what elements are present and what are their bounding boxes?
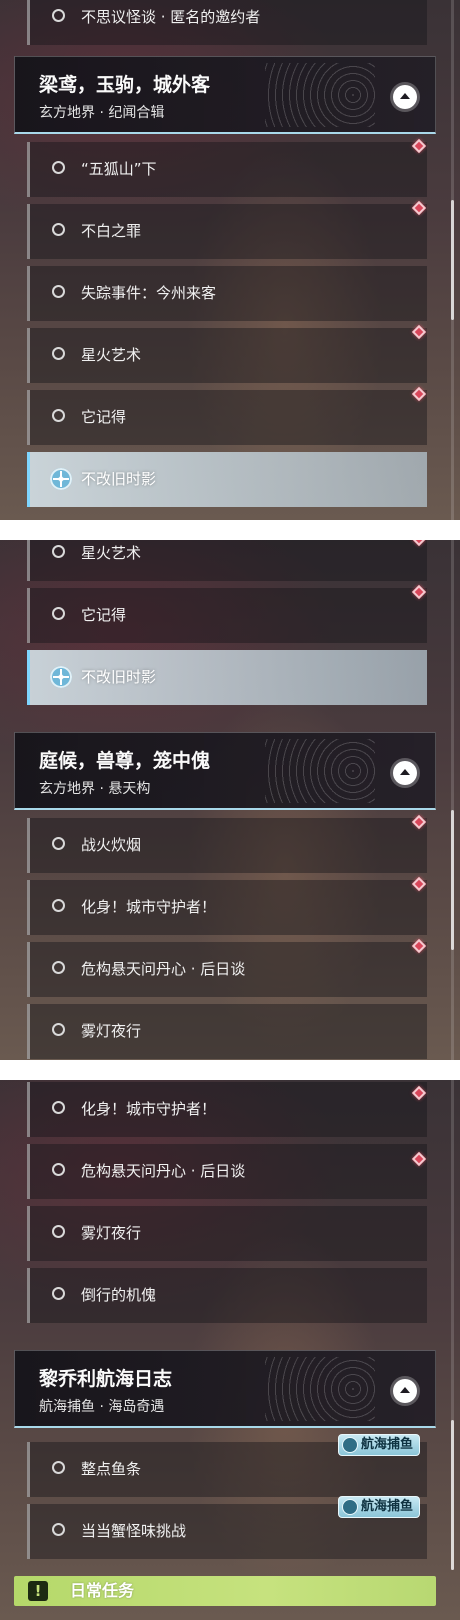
circle-outline-icon (52, 1163, 65, 1176)
circle-outline-icon (52, 9, 65, 22)
quest-label: 战火炊烟 (81, 836, 142, 854)
circle-outline-icon (52, 285, 65, 298)
quest-item[interactable]: 雾灯夜行 (27, 1206, 427, 1261)
quest-label: 整点鱼条 (81, 1460, 142, 1478)
scrollbar-thumb[interactable] (451, 1420, 454, 1570)
quest-label: 星火艺术 (81, 544, 142, 562)
quest-chapter-header[interactable]: 黎乔利航海日志 航海捕鱼 · 海岛奇遇 (14, 1350, 436, 1428)
header-decoration (265, 1357, 375, 1421)
circle-outline-icon (52, 223, 65, 236)
chevron-up-icon[interactable] (393, 85, 417, 109)
quest-label: 不白之罪 (81, 222, 142, 240)
quest-label: 倒行的机傀 (81, 1286, 157, 1304)
chapter-title: 庭候，兽尊，笼中傀 (39, 750, 211, 772)
circle-outline-icon (52, 347, 65, 360)
chapter-title: 黎乔利航海日志 (39, 1368, 173, 1390)
quest-label: 星火艺术 (81, 346, 142, 364)
chapter-subtitle: 玄方地界 · 纪闻合辑 (39, 105, 165, 121)
circle-outline-icon (52, 1523, 65, 1536)
scrollbar[interactable] (451, 540, 454, 1060)
quest-item[interactable]: 雾灯夜行 (27, 1004, 427, 1059)
circle-outline-icon (52, 1225, 65, 1238)
crosshair-target-icon (50, 666, 72, 688)
quest-label: 不思议怪谈 · 匿名的邀约者 (81, 8, 261, 26)
quest-item[interactable]: 星火艺术 (27, 328, 427, 383)
quest-label: 当当蟹怪味挑战 (81, 1522, 187, 1540)
circle-outline-icon (52, 899, 65, 912)
quest-label: 失踪事件：今州来客 (81, 284, 217, 302)
quest-item[interactable]: 战火炊烟 (27, 818, 427, 873)
quest-label: 危构悬天问丹心 · 后日谈 (81, 1162, 246, 1180)
circle-outline-icon (52, 1287, 65, 1300)
quest-item[interactable]: 失踪事件：今州来客 (27, 266, 427, 321)
circle-outline-icon (52, 1023, 65, 1036)
scrollbar-thumb[interactable] (451, 200, 454, 320)
quest-item[interactable]: 不白之罪 (27, 204, 427, 259)
quest-item[interactable]: 危构悬天问丹心 · 后日谈 (27, 942, 427, 997)
quest-item[interactable]: 倒行的机傀 (27, 1268, 427, 1323)
quest-label: 化身！城市守护者！ (81, 898, 217, 916)
quest-item[interactable]: 化身！城市守护者！ (27, 1082, 427, 1137)
quest-panel-1: 不思议怪谈 · 匿名的邀约者 梁鸢，玉驹，城外客 玄方地界 · 纪闻合辑 “五狐… (0, 0, 460, 520)
quest-item[interactable]: 化身！城市守护者！ (27, 880, 427, 935)
circle-outline-icon (52, 1461, 65, 1474)
quest-label: 化身！城市守护者！ (81, 1100, 217, 1118)
scrollbar[interactable] (451, 0, 454, 520)
chapter-subtitle: 玄方地界 · 悬天构 (39, 781, 151, 797)
quest-item[interactable]: 危构悬天问丹心 · 后日谈 (27, 1144, 427, 1199)
chapter-title: 梁鸢，玉驹，城外客 (39, 74, 211, 96)
quest-panel-2: 星火艺术 它记得 不改旧时影 庭候，兽尊，笼中傀 玄方地界 · 悬天构 战火炊烟… (0, 540, 460, 1060)
daily-quests-label: 日常任务 (70, 1581, 135, 1600)
chapter-subtitle: 航海捕鱼 · 海岛奇遇 (39, 1399, 165, 1415)
crosshair-target-icon (50, 468, 72, 490)
exclamation-icon: ! (28, 1581, 48, 1601)
circle-outline-icon (52, 1101, 65, 1114)
quest-item-tracked[interactable]: 不改旧时影 (27, 650, 427, 705)
quest-label: 它记得 (81, 606, 127, 624)
circle-outline-icon (52, 409, 65, 422)
quest-label: 不改旧时影 (81, 668, 157, 686)
circle-outline-icon (52, 837, 65, 850)
quest-chapter-header[interactable]: 梁鸢，玉驹，城外客 玄方地界 · 纪闻合辑 (14, 56, 436, 134)
quest-item-tracked[interactable]: 不改旧时影 (27, 452, 427, 507)
quest-item[interactable]: “五狐山”下 (27, 142, 427, 197)
badge-label: 航海捕鱼 (361, 1499, 414, 1514)
quest-label: 雾灯夜行 (81, 1022, 142, 1040)
fish-hook-icon (342, 1499, 358, 1515)
quest-label: 危构悬天问丹心 · 后日谈 (81, 960, 246, 978)
quest-item[interactable]: 不思议怪谈 · 匿名的邀约者 (27, 0, 427, 45)
quest-item[interactable]: 它记得 (27, 390, 427, 445)
scrollbar[interactable] (451, 1080, 454, 1570)
activity-badge: 航海捕鱼 (338, 1434, 421, 1456)
activity-badge: 航海捕鱼 (338, 1496, 421, 1518)
chevron-up-icon[interactable] (393, 761, 417, 785)
quest-chapter-header[interactable]: 庭候，兽尊，笼中傀 玄方地界 · 悬天构 (14, 732, 436, 810)
circle-outline-icon (52, 607, 65, 620)
circle-outline-icon (52, 545, 65, 558)
header-decoration (265, 63, 375, 127)
fish-hook-icon (342, 1437, 358, 1453)
header-decoration (265, 739, 375, 803)
quest-panel-3: 化身！城市守护者！ 危构悬天问丹心 · 后日谈 雾灯夜行 倒行的机傀 黎乔利航海… (0, 1080, 460, 1620)
scrollbar-thumb[interactable] (451, 810, 454, 950)
quest-label: 不改旧时影 (81, 470, 157, 488)
circle-outline-icon (52, 161, 65, 174)
chevron-up-icon[interactable] (393, 1379, 417, 1403)
quest-item[interactable]: 星火艺术 (27, 540, 427, 581)
quest-label: “五狐山”下 (81, 160, 157, 178)
circle-outline-icon (52, 961, 65, 974)
badge-label: 航海捕鱼 (361, 1437, 414, 1452)
daily-quests-bar[interactable]: ! 日常任务 (14, 1576, 436, 1606)
quest-label: 它记得 (81, 408, 127, 426)
quest-label: 雾灯夜行 (81, 1224, 142, 1242)
quest-item[interactable]: 它记得 (27, 588, 427, 643)
